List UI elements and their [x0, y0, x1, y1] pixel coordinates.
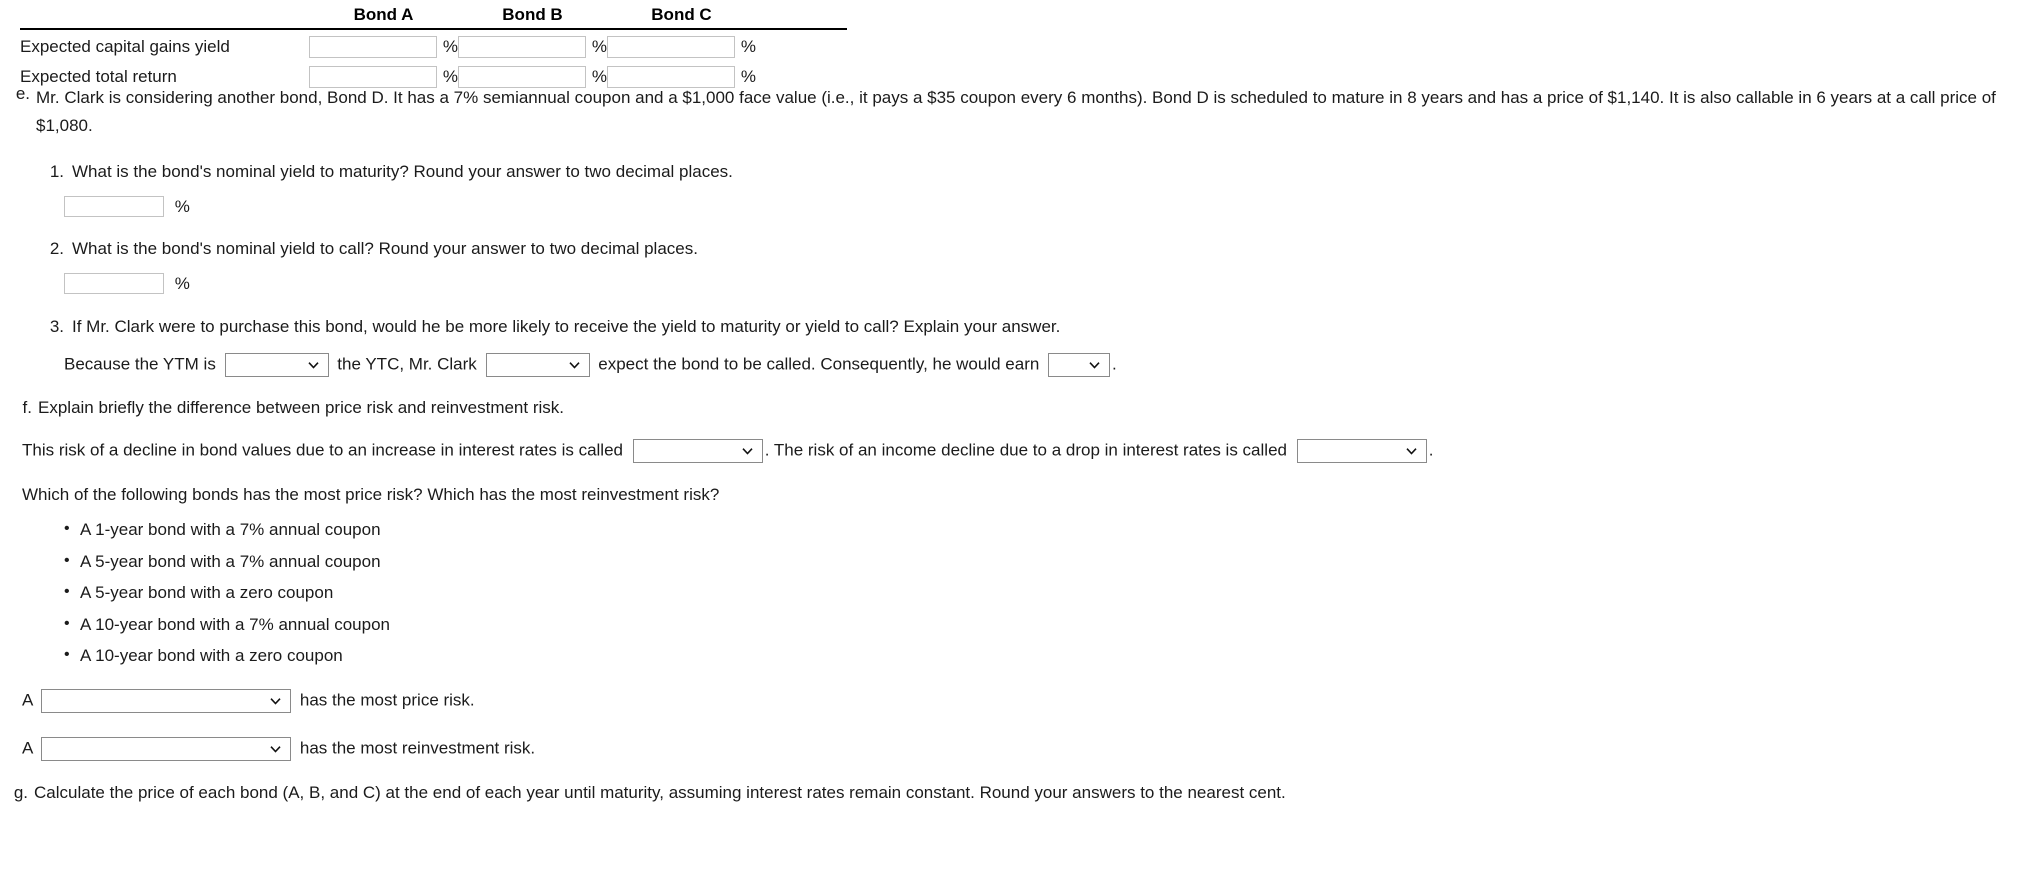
cell-capital-gains-bond-a: % [309, 36, 458, 58]
item-1-marker: 1. [49, 162, 64, 181]
item-2-text: What is the bond's nominal yield to call… [72, 239, 698, 259]
chevron-down-icon [269, 742, 282, 755]
sentence-part-3: expect the bond to be called. Consequent… [598, 354, 1040, 374]
reinvestment-risk-suffix: has the most reinvestment risk. [299, 738, 536, 758]
section-f-marker: f. [22, 398, 32, 418]
section-e-item-1: 1. What is the bond's nominal yield to m… [42, 162, 2042, 218]
percent-symbol-capital-gains-b: % [591, 37, 607, 56]
bond-options-list: A 1-year bond with a 7% annual coupon A … [62, 518, 2042, 667]
section-e-text: Mr. Clark is considering another bond, B… [36, 88, 1996, 135]
item-3-sentence-row: Because the YTM is the YTC, Mr. Clark ex… [64, 353, 2042, 378]
table-header-bond-a: Bond A [353, 5, 414, 24]
reinvestment-risk-answer-row: A has the most reinvestment risk. [22, 736, 2042, 761]
chevron-down-icon [1088, 359, 1101, 372]
dropdown-expectation[interactable] [485, 353, 590, 378]
dropdown-earned-yield[interactable] [1048, 353, 1111, 378]
risk-sentence-part-1: This risk of a decline in bond values du… [22, 440, 623, 460]
cell-capital-gains-bond-c: % [607, 36, 756, 58]
price-risk-answer-row: A has the most price risk. [22, 688, 2042, 713]
list-item: A 10-year bond with a 7% annual coupon [62, 613, 2042, 636]
reinvestment-risk-prefix: A [22, 738, 33, 758]
item-3-text: If Mr. Clark were to purchase this bond,… [72, 317, 1061, 337]
row-label-capital-gains-yield: Expected capital gains yield [20, 37, 230, 56]
dropdown-ytm-comparison[interactable] [224, 353, 329, 378]
section-f-text: Explain briefly the difference between p… [38, 398, 564, 418]
input-capital-gains-bond-a[interactable] [309, 36, 437, 58]
dropdown-price-risk-term[interactable] [632, 439, 763, 464]
chevron-down-icon [1405, 445, 1418, 458]
percent-symbol-capital-gains-a: % [442, 37, 458, 56]
table-header-row: Bond A Bond B Bond C [20, 4, 847, 30]
section-f-risk-sentence: This risk of a decline in bond values du… [22, 439, 2042, 464]
risk-sentence-part-2: . The risk of an income decline due to a… [764, 440, 1287, 460]
input-nominal-ytm[interactable] [64, 196, 164, 218]
section-g-text: Calculate the price of each bond (A, B, … [34, 782, 1286, 802]
section-e-marker: e. [15, 84, 30, 103]
list-item: A 5-year bond with a zero coupon [62, 581, 2042, 604]
percent-symbol-ytm: % [174, 196, 190, 216]
input-nominal-ytc[interactable] [64, 273, 164, 295]
item-1-text: What is the bond's nominal yield to matu… [72, 162, 733, 181]
chevron-down-icon [568, 359, 581, 372]
chevron-down-icon [269, 694, 282, 707]
item-3-marker: 3. [49, 317, 64, 337]
section-e-item-2: 2. What is the bond's nominal yield to c… [42, 239, 2042, 295]
section-f-question: Which of the following bonds has the mos… [22, 485, 720, 505]
list-item: A 1-year bond with a 7% annual coupon [62, 518, 2042, 541]
dropdown-most-price-risk[interactable] [41, 688, 292, 713]
chevron-down-icon [307, 359, 320, 372]
dropdown-reinvestment-risk-term[interactable] [1296, 439, 1427, 464]
chevron-down-icon [741, 445, 754, 458]
section-g: g. Calculate the price of each bond (A, … [0, 783, 2042, 803]
section-e: e. Mr. Clark is considering another bond… [0, 84, 2042, 140]
cell-capital-gains-bond-b: % [458, 36, 607, 58]
question-content: e. Mr. Clark is considering another bond… [0, 84, 2042, 803]
risk-sentence-part-3: . [1428, 440, 1434, 460]
table-header-bond-c: Bond C [651, 5, 712, 24]
sentence-part-2: the YTC, Mr. Clark [337, 354, 477, 374]
table-row: Expected capital gains yield % % % [20, 32, 847, 62]
section-f: f. Explain briefly the difference betwee… [0, 398, 2042, 418]
item-1-answer-row: % [64, 196, 2042, 218]
list-item: A 10-year bond with a zero coupon [62, 644, 2042, 667]
bond-comparison-table: Bond A Bond B Bond C Expected capital ga… [20, 4, 847, 92]
table-header-bond-b: Bond B [502, 5, 563, 24]
dropdown-most-reinvestment-risk[interactable] [41, 736, 292, 761]
price-risk-suffix: has the most price risk. [299, 690, 475, 710]
section-g-marker: g. [13, 782, 28, 802]
price-risk-prefix: A [22, 690, 33, 710]
sentence-part-4: . [1112, 354, 1117, 374]
input-capital-gains-bond-b[interactable] [458, 36, 586, 58]
percent-symbol-ytc: % [174, 273, 190, 293]
sentence-part-1: Because the YTM is [64, 354, 216, 374]
section-e-item-3: 3. If Mr. Clark were to purchase this bo… [42, 317, 2042, 378]
item-2-answer-row: % [64, 273, 2042, 295]
item-2-marker: 2. [49, 239, 64, 259]
percent-symbol-capital-gains-c: % [740, 37, 756, 56]
input-capital-gains-bond-c[interactable] [607, 36, 735, 58]
list-item: A 5-year bond with a 7% annual coupon [62, 550, 2042, 573]
